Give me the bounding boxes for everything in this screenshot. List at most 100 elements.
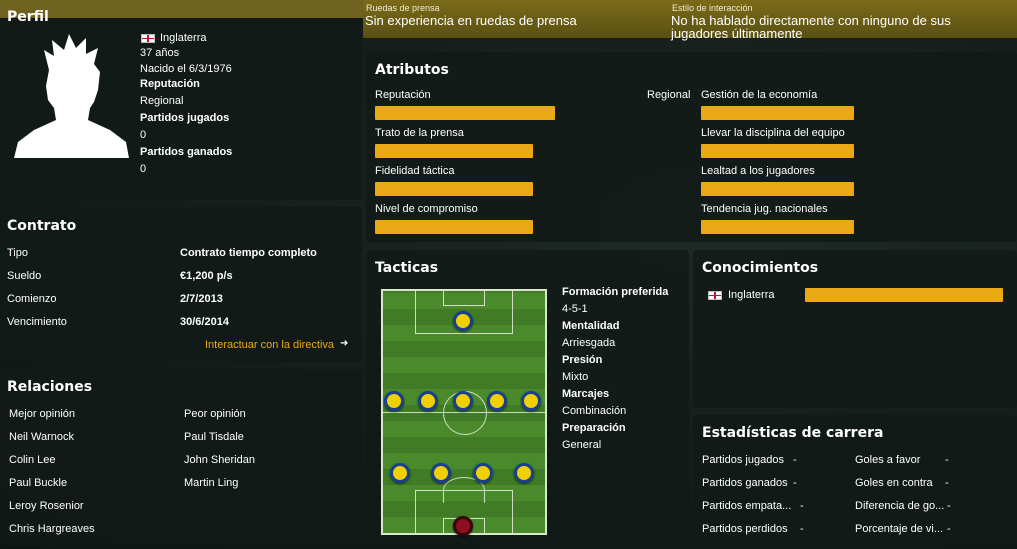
attr-label: Trato de la prensa — [375, 127, 464, 139]
profile-won-value: 0 — [140, 163, 147, 175]
player-midfielder[interactable] — [384, 391, 404, 411]
formation-label: Formación preferida — [562, 286, 669, 298]
attributes-title: Atributos — [375, 62, 449, 78]
attr-bar — [375, 144, 533, 158]
contract-title: Contrato — [7, 218, 77, 234]
interaction-value-line2: jugadores últimamente — [671, 26, 803, 41]
player-defender[interactable] — [431, 463, 451, 483]
attr-label: Llevar la disciplina del equipo — [701, 127, 845, 139]
best-opinion-label: Mejor opinión — [9, 408, 76, 420]
career-stat-value: - — [800, 500, 804, 512]
contract-label-start: Comienzo — [7, 293, 57, 305]
career-stat-label: Partidos empata... — [702, 500, 792, 512]
mentality-label: Mentalidad — [562, 320, 620, 332]
pitch-top-six-yard — [443, 290, 485, 306]
attr-bar — [701, 144, 854, 158]
profile-played-value: 0 — [140, 129, 147, 141]
career-stat-label: Partidos ganados — [702, 477, 788, 489]
arrow-right-icon: ➜ — [340, 338, 349, 349]
best-opinion-person[interactable]: Paul Buckle — [9, 477, 67, 489]
profile-won-label: Partidos ganados — [140, 146, 233, 158]
career-stat-label: Goles en contra — [855, 477, 933, 489]
career-stat-label: Partidos jugados — [702, 454, 784, 466]
player-defender[interactable] — [514, 463, 534, 483]
attr-label: Lealtad a los jugadores — [701, 165, 815, 177]
marking-value: Combinación — [562, 405, 627, 417]
player-midfielder[interactable] — [521, 391, 541, 411]
player-midfielder[interactable] — [453, 391, 473, 411]
attr-reputation-value: Regional — [647, 89, 691, 101]
attr-label: Tendencia jug. nacionales — [701, 203, 828, 215]
career-stat-value: - — [945, 477, 949, 489]
profile-age: 37 años — [140, 47, 180, 59]
career-stat-value: - — [800, 523, 804, 535]
interaction-label: Estilo de interacción — [672, 3, 753, 13]
attr-label: Fidelidad táctica — [375, 165, 455, 177]
preparation-value: General — [562, 439, 602, 451]
attr-reputation-bar — [375, 106, 555, 120]
contract-value-type: Contrato tiempo completo — [180, 247, 317, 259]
attr-bar — [701, 182, 854, 196]
contract-label-type: Tipo — [7, 247, 28, 259]
best-opinion-person[interactable]: Leroy Rosenior — [9, 500, 84, 512]
player-midfielder[interactable] — [418, 391, 438, 411]
worst-opinion-person[interactable]: John Sheridan — [184, 454, 255, 466]
attr-bar — [375, 182, 533, 196]
career-stat-label: Diferencia de go... — [855, 500, 945, 512]
profile-nation: Inglaterra — [160, 32, 207, 44]
career-stat-value: - — [945, 454, 949, 466]
knowledge-nation: Inglaterra — [728, 289, 775, 301]
knowledge-title: Conocimientos — [702, 260, 819, 276]
player-striker[interactable] — [453, 311, 473, 331]
worst-opinion-person[interactable]: Martin Ling — [184, 477, 238, 489]
career-stat-value: - — [947, 523, 951, 535]
attr-label: Gestión de la economía — [701, 89, 818, 101]
worst-opinion-label: Peor opinión — [184, 408, 246, 420]
england-flag-icon — [708, 291, 722, 300]
england-flag-icon — [141, 34, 155, 43]
best-opinion-person[interactable]: Neil Warnock — [9, 431, 74, 443]
career-stats-title: Estadísticas de carrera — [702, 425, 884, 441]
pressure-value: Mixto — [562, 371, 589, 383]
profile-reputation-label: Reputación — [140, 78, 200, 90]
press-label: Ruedas de prensa — [366, 3, 440, 13]
player-defender[interactable] — [473, 463, 493, 483]
career-stat-label: Goles a favor — [855, 454, 921, 466]
attr-bar — [701, 106, 854, 120]
contract-value-start: 2/7/2013 — [180, 293, 223, 305]
career-stat-value: - — [793, 477, 797, 489]
profile-born: Nacido el 6/3/1976 — [140, 63, 232, 75]
relations-title: Relaciones — [7, 379, 93, 395]
player-defender[interactable] — [390, 463, 410, 483]
board-interaction-link[interactable]: Interactuar con la directiva — [205, 339, 334, 351]
worst-opinion-person[interactable]: Paul Tisdale — [184, 431, 244, 443]
career-stat-value: - — [947, 500, 951, 512]
best-opinion-person[interactable]: Colin Lee — [9, 454, 55, 466]
contract-value-expiry: 30/6/2014 — [180, 316, 229, 328]
profile-reputation-value: Regional — [140, 95, 184, 107]
pressure-label: Presión — [562, 354, 603, 366]
knowledge-bar — [805, 288, 1003, 302]
career-stat-label: Partidos perdidos — [702, 523, 788, 535]
attr-bar — [701, 220, 854, 234]
contract-label-salary: Sueldo — [7, 270, 42, 282]
tactics-title: Tacticas — [375, 260, 439, 276]
mentality-value: Arriesgada — [562, 337, 616, 349]
attr-bar — [375, 220, 533, 234]
marking-label: Marcajes — [562, 388, 610, 400]
career-stat-label: Porcentaje de vi... — [855, 523, 944, 535]
attr-label: Nivel de compromiso — [375, 203, 478, 215]
career-stat-value: - — [793, 454, 797, 466]
player-goalkeeper[interactable] — [453, 516, 473, 536]
press-value: Sin experiencia en ruedas de prensa — [365, 13, 577, 28]
contract-label-expiry: Vencimiento — [7, 316, 67, 328]
silhouette-avatar — [14, 34, 129, 158]
profile-title: Perfil — [7, 9, 49, 25]
best-opinion-person[interactable]: Chris Hargreaves — [9, 523, 95, 535]
profile-played-label: Partidos jugados — [140, 112, 230, 124]
formation-value: 4-5-1 — [562, 303, 588, 315]
attr-reputation-label: Reputación — [375, 89, 431, 101]
player-midfielder[interactable] — [487, 391, 507, 411]
contract-value-salary: €1,200 p/s — [180, 270, 233, 282]
preparation-label: Preparación — [562, 422, 626, 434]
